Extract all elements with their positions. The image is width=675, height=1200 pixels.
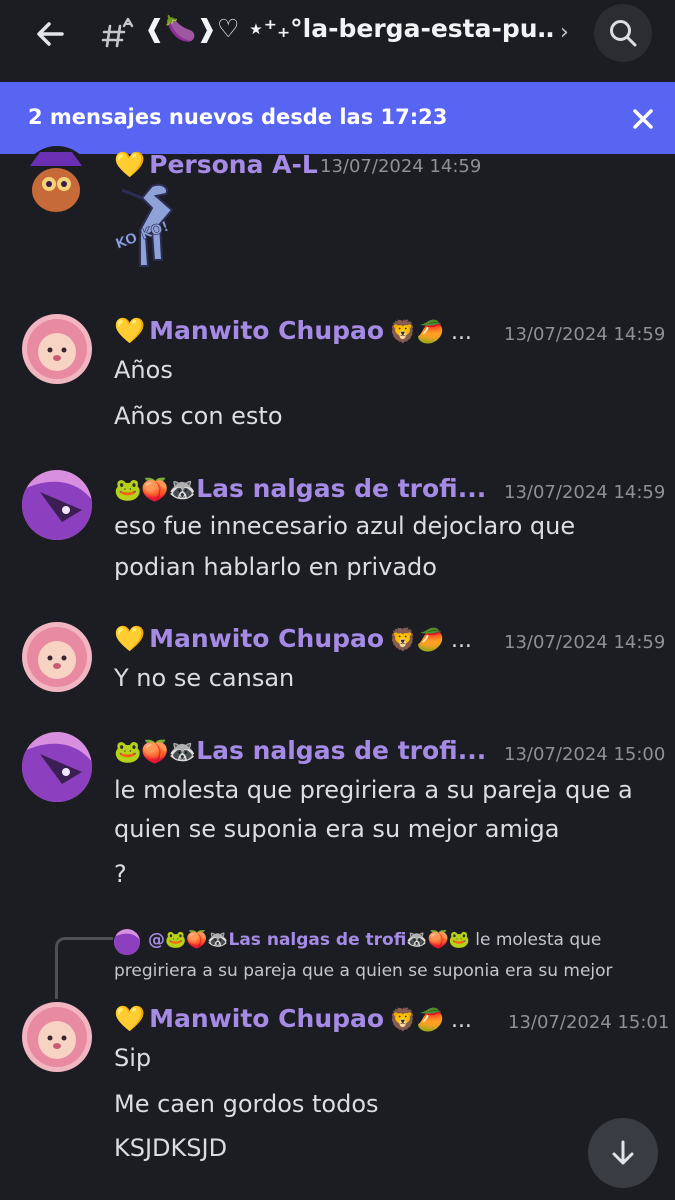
back-button[interactable] bbox=[26, 12, 74, 56]
message-text: Años bbox=[114, 356, 173, 384]
username-emoji: 🦁🥭 ... bbox=[389, 1008, 472, 1033]
reply-avatar bbox=[114, 929, 140, 955]
message-text: Me caen gordos todos bbox=[114, 1090, 379, 1118]
timestamp: 13/07/2024 14:59 bbox=[320, 156, 482, 177]
timestamp: 13/07/2024 14:59 bbox=[504, 632, 666, 653]
message-text: quien se suponia era su mejor amiga bbox=[114, 815, 560, 843]
username-emoji: 🦁🥭 ... bbox=[389, 320, 472, 345]
role-badge: 💛 bbox=[114, 1004, 146, 1033]
message-text: le molesta que pregiriera a su pareja qu… bbox=[114, 776, 633, 804]
timestamp: 13/07/2024 14:59 bbox=[504, 324, 666, 345]
role-badge: 💛 bbox=[114, 150, 146, 179]
message-text: Años con esto bbox=[114, 402, 283, 430]
arrow-left-icon bbox=[37, 22, 64, 46]
reply-preview[interactable]: @🐸🍑🦝Las nalgas de trofi🦝🍑🐸 le molesta qu… bbox=[148, 930, 601, 950]
message-header: 💛 Manwito Chupao 🦁🥭 ... bbox=[114, 316, 472, 350]
timestamp: 13/07/2024 15:01 bbox=[508, 1012, 670, 1033]
avatar[interactable] bbox=[22, 314, 92, 384]
reply-author[interactable]: @🐸🍑🦝Las nalgas de trofi🦝🍑🐸 bbox=[148, 930, 470, 950]
avatar[interactable] bbox=[22, 1002, 92, 1072]
search-icon bbox=[610, 20, 637, 47]
message-text: podian hablarlo en privado bbox=[114, 553, 437, 581]
message-text: KSJDKSJD bbox=[114, 1134, 228, 1162]
timestamp: 13/07/2024 14:59 bbox=[504, 482, 666, 503]
role-badge: 🐸🍑🦝 bbox=[114, 478, 197, 503]
message-header: 💛 Manwito Chupao 🦁🥭 ... bbox=[114, 624, 472, 658]
role-badge: 💛 bbox=[114, 624, 146, 653]
channel-header: ❰🍆❱♡ ⋆⁺₊°la-berga-esta-pu… › bbox=[0, 0, 675, 82]
close-icon bbox=[633, 109, 653, 129]
username[interactable]: Manwito Chupao bbox=[149, 316, 384, 345]
avatar[interactable] bbox=[22, 146, 92, 216]
new-messages-banner[interactable]: 2 mensajes nuevos desde las 17:23 bbox=[0, 82, 675, 154]
message-header: 💛 Manwito Chupao 🦁🥭 ... bbox=[114, 1004, 472, 1038]
reply-text-continued[interactable]: pregiriera a su pareja que a quien se su… bbox=[114, 961, 613, 981]
message-text: eso fue innecesario azul dejoclaro que bbox=[114, 512, 576, 540]
channel-title[interactable]: ❰🍆❱♡ ⋆⁺₊°la-berga-esta-pu… bbox=[144, 14, 554, 44]
sticker[interactable]: KO KO! bbox=[112, 180, 194, 272]
search-button[interactable] bbox=[594, 4, 652, 62]
timestamp: 13/07/2024 15:00 bbox=[504, 744, 666, 765]
arrow-down-icon bbox=[612, 1140, 634, 1165]
message-text: ? bbox=[114, 860, 127, 888]
channel-hash-icon bbox=[101, 17, 134, 48]
chevron-right-icon[interactable]: › bbox=[560, 20, 569, 45]
avatar[interactable] bbox=[22, 732, 92, 802]
username[interactable]: Las nalgas de trofi... bbox=[196, 474, 486, 503]
avatar[interactable] bbox=[22, 470, 92, 540]
banner-close-button[interactable] bbox=[626, 102, 660, 136]
role-badge: 💛 bbox=[114, 316, 146, 345]
avatar[interactable] bbox=[22, 622, 92, 692]
username[interactable]: Persona A-L bbox=[149, 150, 318, 179]
role-badge: 🐸🍑🦝 bbox=[114, 740, 197, 765]
jump-to-latest-button[interactable] bbox=[588, 1118, 658, 1188]
message-text: Sip bbox=[114, 1044, 152, 1072]
username[interactable]: Manwito Chupao bbox=[149, 624, 384, 653]
message-header: 💛 Persona A-L bbox=[114, 150, 318, 184]
username-emoji: 🦁🥭 ... bbox=[389, 628, 472, 653]
reply-text: le molesta que bbox=[475, 930, 602, 950]
username[interactable]: Manwito Chupao bbox=[149, 1004, 384, 1033]
username[interactable]: Las nalgas de trofi... bbox=[196, 736, 486, 765]
message-text: Y no se cansan bbox=[114, 664, 295, 692]
message-header: 🐸🍑🦝Las nalgas de trofi... bbox=[114, 474, 486, 508]
message-header: 🐸🍑🦝Las nalgas de trofi... bbox=[114, 736, 486, 770]
new-messages-text: 2 mensajes nuevos desde las 17:23 bbox=[28, 105, 448, 129]
reply-connector bbox=[55, 937, 113, 999]
